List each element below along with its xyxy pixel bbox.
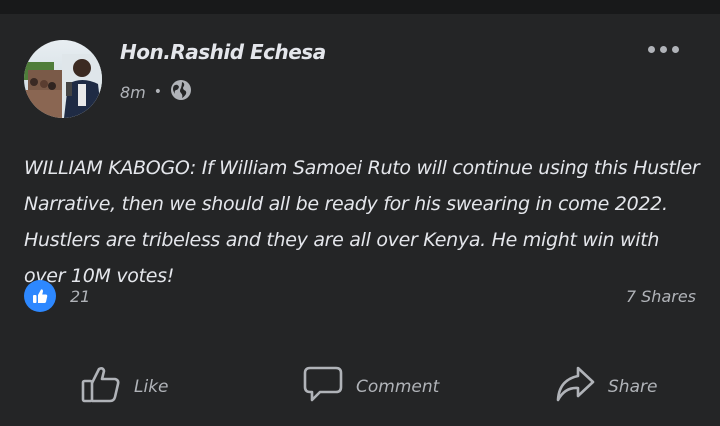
thumbs-up-icon	[80, 364, 122, 409]
comment-button[interactable]: Comment	[302, 364, 439, 409]
action-bar: Like Comment Share	[0, 360, 720, 416]
avatar-photo	[24, 40, 102, 118]
comment-label: Comment	[356, 376, 440, 397]
more-dot	[648, 46, 655, 53]
share-label: Share	[608, 376, 658, 397]
reactions-summary[interactable]: 21	[24, 280, 90, 312]
shares-count[interactable]: 7 Shares	[626, 287, 696, 306]
post-timestamp[interactable]: 8m	[120, 83, 146, 102]
like-button[interactable]: Like	[80, 364, 169, 409]
top-bar	[0, 0, 720, 14]
post-body: WILLIAM KABOGO: If William Samoei Ruto w…	[24, 157, 700, 287]
avatar[interactable]	[24, 40, 102, 118]
more-options-button[interactable]	[648, 46, 679, 53]
meta-separator: •	[153, 84, 163, 100]
post-meta: 8m •	[120, 79, 192, 105]
like-reaction-icon	[24, 280, 56, 312]
more-dot	[660, 46, 667, 53]
like-label: Like	[134, 376, 169, 397]
post-author-name[interactable]: Hon.Rashid Echesa	[120, 40, 326, 64]
more-dot	[672, 46, 679, 53]
share-arrow-icon	[554, 364, 596, 409]
globe-icon	[170, 79, 192, 105]
share-button[interactable]: Share	[554, 364, 657, 409]
like-count: 21	[70, 286, 91, 306]
comment-bubble-icon	[302, 364, 344, 409]
